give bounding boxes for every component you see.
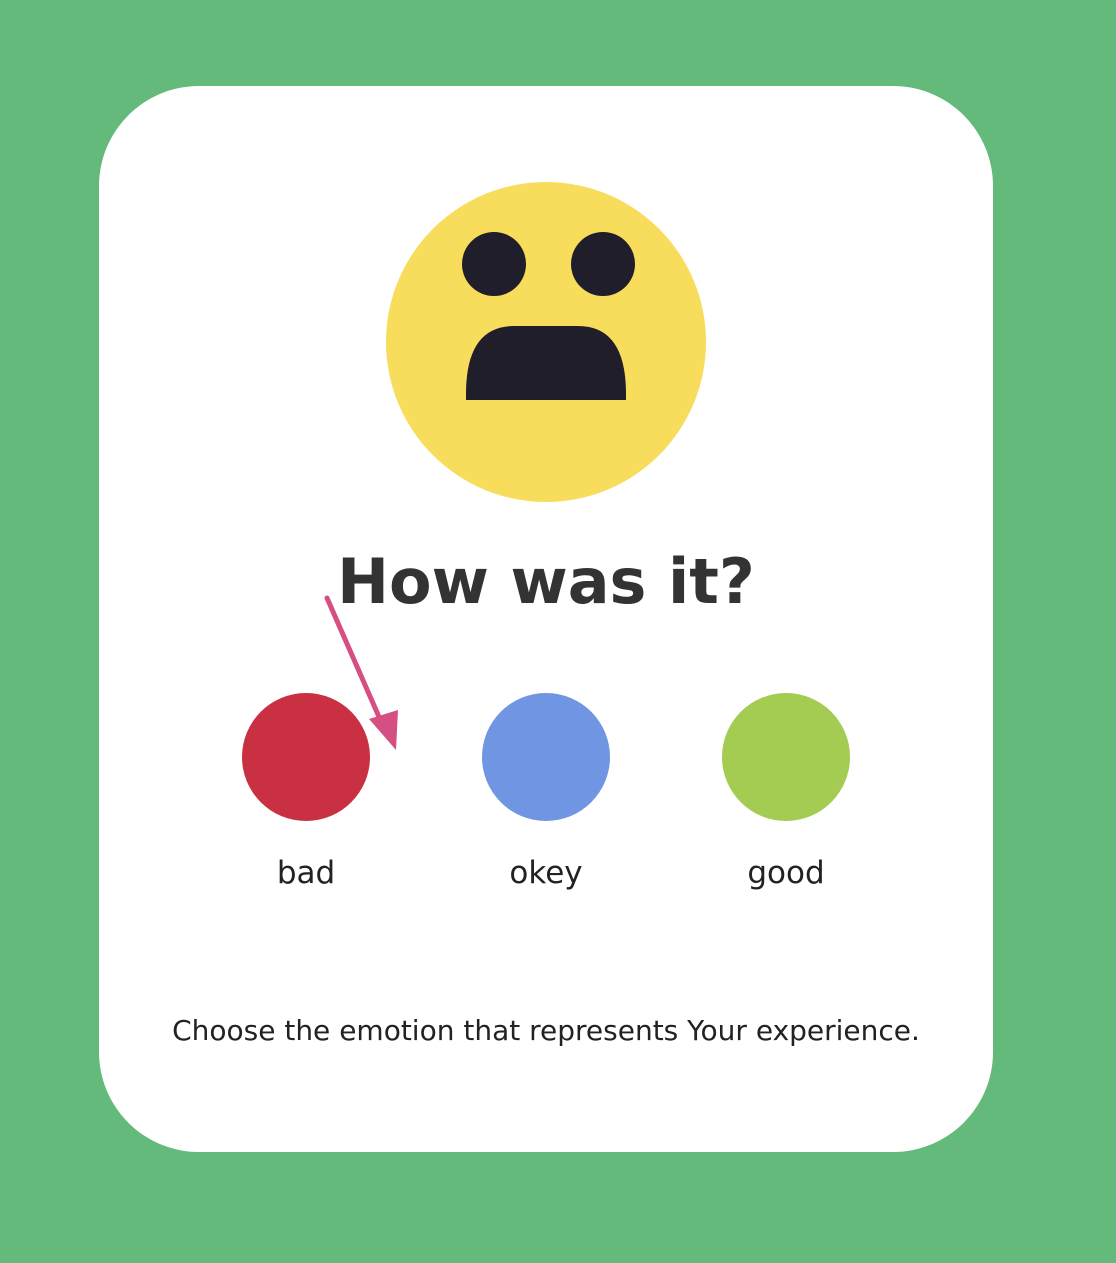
rating-good-option[interactable]: good	[686, 693, 886, 903]
frightened-face-icon	[386, 182, 706, 502]
feedback-card: How was it? bad okey good Choose the emo…	[99, 86, 993, 1152]
rating-good-circle[interactable]	[722, 693, 850, 821]
rating-bad-label: bad	[276, 855, 336, 891]
page-title: How was it?	[337, 545, 755, 618]
rating-bad-circle[interactable]	[242, 693, 370, 821]
rating-bad-option[interactable]: bad	[206, 693, 406, 903]
instruction-text: Choose the emotion that represents Your …	[172, 1014, 920, 1047]
rating-okey-option[interactable]: okey	[446, 693, 646, 903]
rating-okey-circle[interactable]	[482, 693, 610, 821]
rating-okey-label: okey	[509, 855, 583, 891]
rating-good-label: good	[747, 855, 825, 891]
